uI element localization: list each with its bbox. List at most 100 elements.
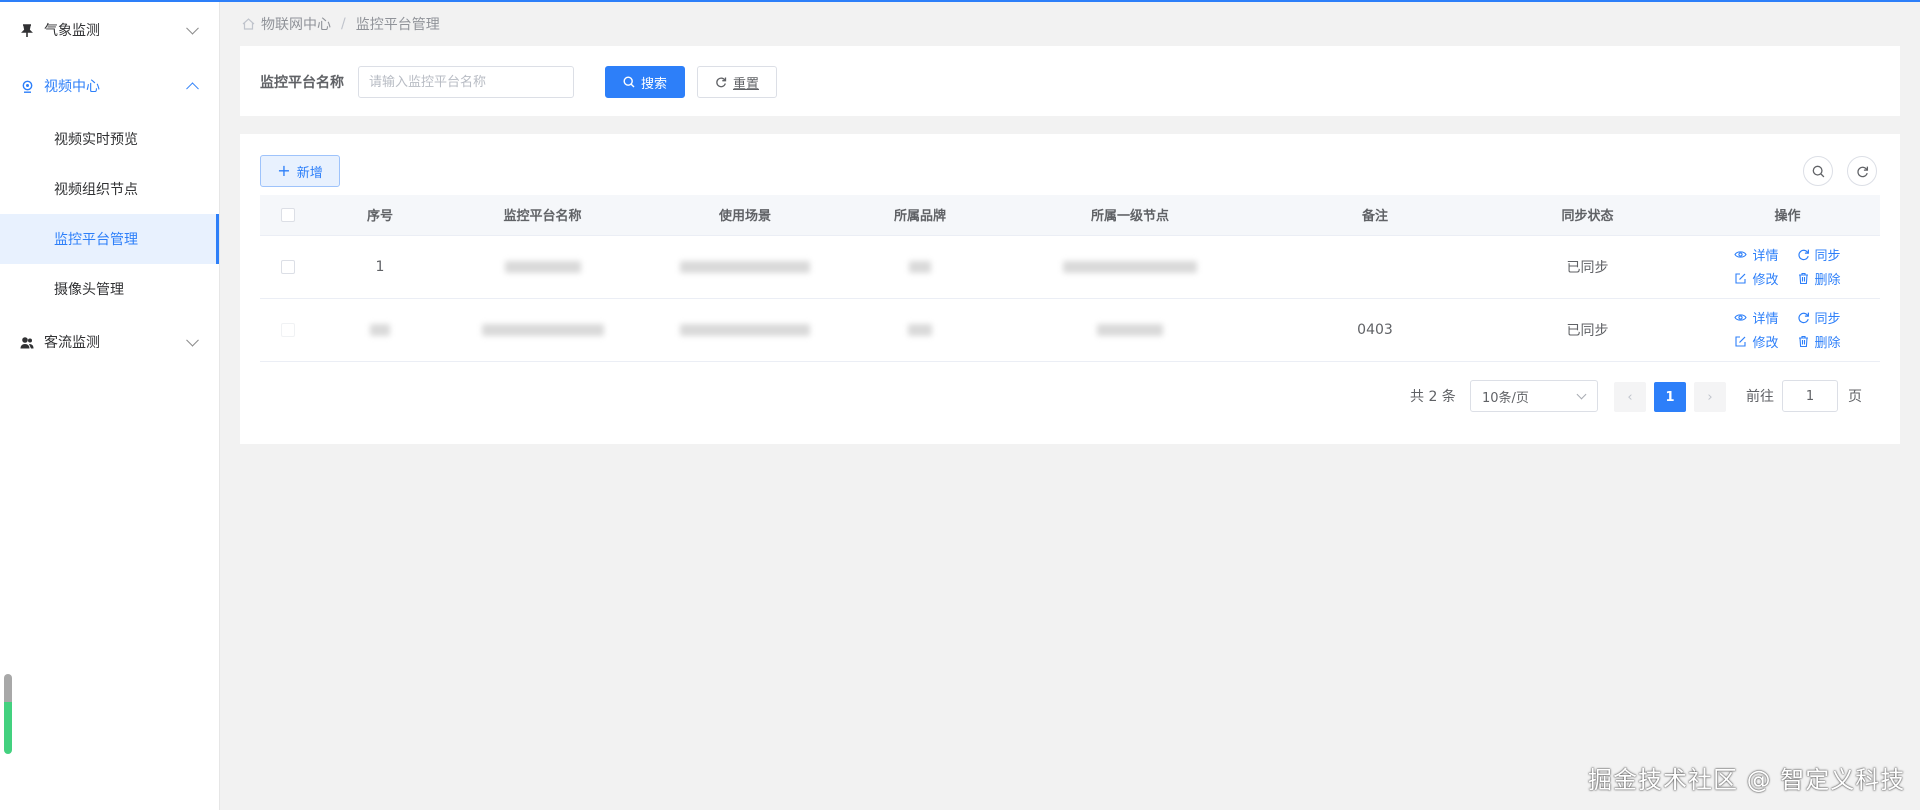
delete-label: 删除 [1814,273,1841,288]
cell-parent-node [990,235,1270,299]
sidebar-item-platform-management[interactable]: 监控平台管理 [0,214,219,264]
redacted-text [1097,323,1163,336]
trash-icon [1798,335,1808,348]
sidebar-item-camera-management[interactable]: 摄像头管理 [0,264,219,314]
cell-platform-name [445,298,640,362]
scroll-indicator[interactable] [4,674,12,754]
detail-button[interactable]: 详情 [1734,308,1779,327]
row-checkbox[interactable] [280,259,295,274]
search-icon [1812,165,1824,177]
cell-actions: 详情 同步 修改 删除 [1695,235,1880,299]
column-header: 使用场景 [640,195,850,236]
row-select-cell [260,298,315,362]
refresh-icon [1797,312,1809,324]
edit-label: 修改 [1752,336,1779,351]
redacted-text [908,323,932,336]
home-icon [242,18,255,30]
select-all-checkbox[interactable] [280,207,295,222]
detail-label: 详情 [1752,312,1779,327]
goto-label: 前往 [1746,389,1774,405]
redacted-text [909,260,931,273]
platform-name-input[interactable] [358,66,574,98]
sync-button[interactable]: 同步 [1797,245,1841,264]
chevron-right-icon: › [1707,389,1713,405]
cell-remark [1270,235,1480,299]
cell-scenario [640,235,850,299]
edit-label: 修改 [1752,273,1779,288]
sidebar-item-org-nodes[interactable]: 视频组织节点 [0,164,219,214]
edit-button[interactable]: 修改 [1734,269,1779,288]
breadcrumb: 物联网中心 / 监控平台管理 [242,14,440,34]
select-all-cell [260,195,315,236]
cell-brand [850,298,990,362]
toggle-search-button[interactable] [1803,156,1833,186]
cell-sync-status: 已同步 [1480,298,1695,362]
row-checkbox[interactable] [280,322,295,337]
redacted-text [504,260,581,273]
add-button-label: 新增 [296,165,323,181]
redacted-text [481,323,604,336]
cell-platform-name [445,235,640,299]
edit-icon [1735,336,1747,347]
pin-icon [20,23,34,37]
breadcrumb-item[interactable]: 物联网中心 [261,14,331,34]
column-header: 所属品牌 [850,195,990,236]
users-icon [20,335,34,349]
column-header: 序号 [315,195,445,236]
add-button[interactable]: + 新增 [260,155,340,187]
chevron-down-icon [186,333,199,347]
camera-icon [20,79,34,93]
cell-remark: 0403 [1270,298,1480,362]
eye-icon [1734,251,1748,258]
detail-button[interactable]: 详情 [1734,245,1779,264]
watermark: 掘金技术社区 @ 智定义科技 [1588,766,1906,794]
platform-name-label: 监控平台名称 [260,75,344,91]
column-header: 备注 [1270,195,1480,236]
chevron-up-icon [186,82,199,96]
refresh-table-button[interactable] [1847,156,1877,186]
page-size-value: 10条/页 [1482,390,1529,406]
page-number-button[interactable]: 1 [1654,382,1686,412]
sidebar-group-weather[interactable]: 气象监测 [0,2,219,58]
redacted-text [680,260,810,273]
refresh-icon [1856,166,1868,177]
delete-button[interactable]: 删除 [1797,269,1841,288]
search-button[interactable]: 搜索 [605,66,685,98]
page-size-select[interactable]: 10条/页 [1470,380,1598,412]
sidebar: 气象监测 视频中心 视频实时预览 视频组织节点 监控平台管理 摄像头管理 客流监… [0,2,220,810]
chevron-left-icon: ‹ [1627,389,1633,405]
column-header: 监控平台名称 [445,195,640,236]
prev-page-button[interactable]: ‹ [1614,382,1646,412]
chevron-down-icon [1576,389,1587,400]
edit-icon [1735,273,1747,284]
column-header: 操作 [1695,195,1880,236]
table-panel: + 新增 序号 监控平台名称 使用场景 所属品牌 所属一级节点 备注 同步状态 … [240,134,1900,444]
reset-button-label: 重置 [732,76,759,92]
cell-parent-node [990,298,1270,362]
trash-icon [1798,272,1808,285]
redacted-text [1063,260,1197,273]
search-icon [623,76,635,88]
next-page-button[interactable]: › [1694,382,1726,412]
sync-button[interactable]: 同步 [1797,308,1841,327]
eye-icon [1734,314,1748,321]
sidebar-group-label: 视频中心 [44,79,100,95]
goto-page-input[interactable] [1782,380,1838,412]
delete-button[interactable]: 删除 [1797,332,1841,351]
sidebar-group-video[interactable]: 视频中心 [0,58,219,114]
sidebar-item-live-preview[interactable]: 视频实时预览 [0,114,219,164]
top-accent-line [0,0,1920,2]
cell-sync-status: 已同步 [1480,235,1695,299]
redacted-text [680,323,810,336]
chevron-down-icon [186,21,199,35]
refresh-icon [1797,249,1809,261]
reset-button[interactable]: 重置 [697,66,777,98]
sidebar-group-passenger-flow[interactable]: 客流监测 [0,314,219,370]
column-header: 所属一级节点 [990,195,1270,236]
table-row: 1 已同步 详情 同步 修改 删除 [260,235,1880,299]
page-suffix-label: 页 [1848,389,1862,405]
sidebar-group-label: 客流监测 [44,335,100,351]
edit-button[interactable]: 修改 [1734,332,1779,351]
cell-index: 1 [315,235,445,299]
cell-scenario [640,298,850,362]
